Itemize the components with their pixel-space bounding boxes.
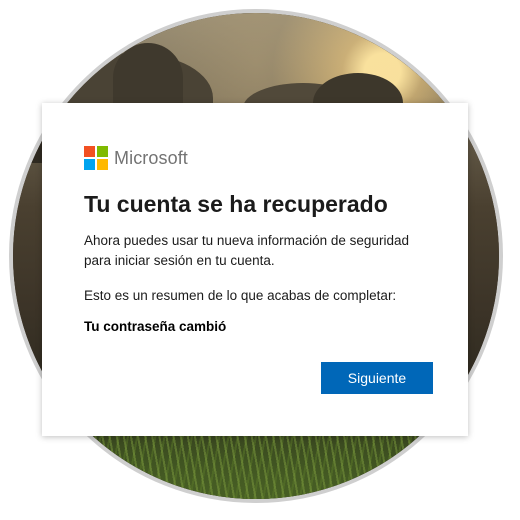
dialog-title: Tu cuenta se ha recuperado [84,191,388,217]
microsoft-brand: Microsoft [84,146,188,170]
page: Microsoft Tu cuenta se ha recuperado Aho… [0,0,520,520]
brand-name: Microsoft [114,147,188,168]
next-button[interactable]: Siguiente [321,362,433,394]
password-changed-item: Tu contraseña cambió [84,319,227,334]
account-recovered-dialog: Microsoft Tu cuenta se ha recuperado Aho… [42,103,468,436]
logo-square-green [97,146,108,157]
microsoft-logo-icon [84,146,108,170]
logo-square-red [84,146,95,157]
summary-text: Esto es un resumen de lo que acabas de c… [84,288,397,303]
dialog-description: Ahora puedes usar tu nueva información d… [84,233,409,268]
logo-square-yellow [97,159,108,170]
logo-square-blue [84,159,95,170]
